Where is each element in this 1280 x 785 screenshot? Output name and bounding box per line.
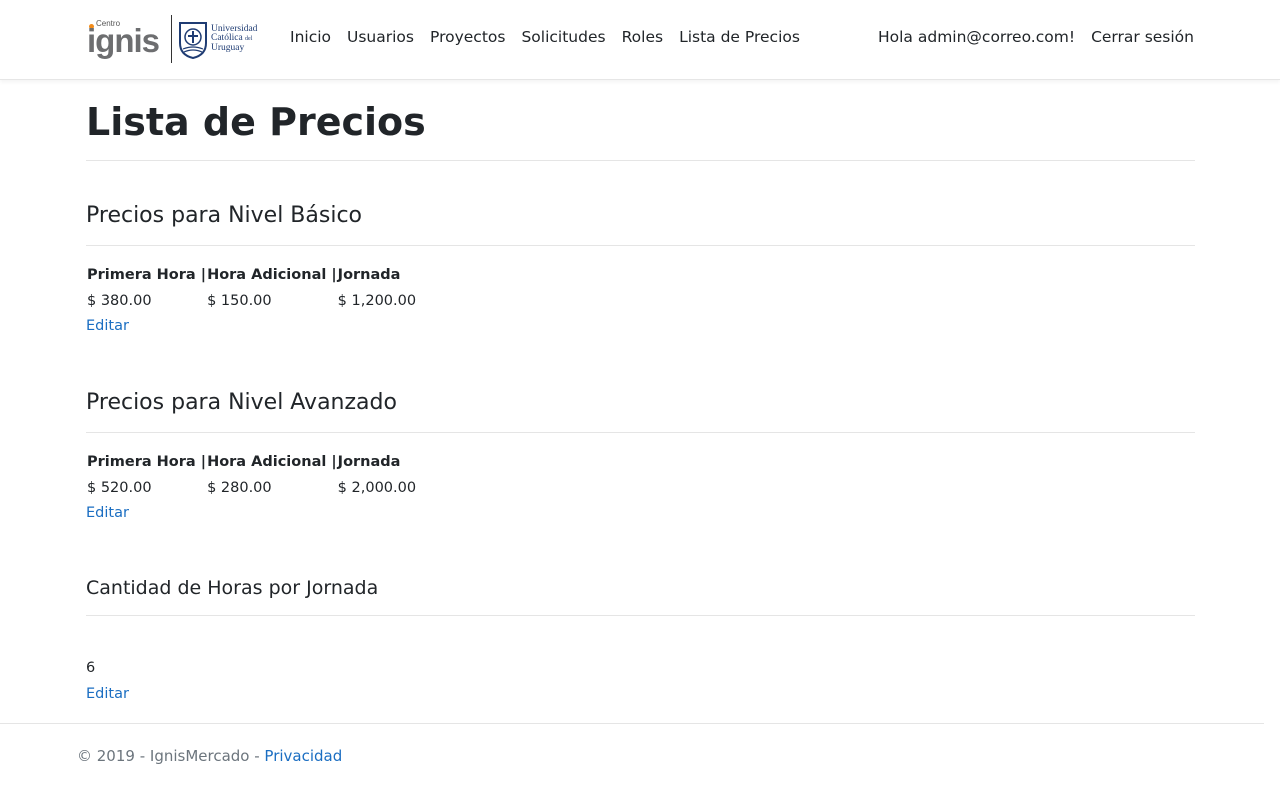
advanced-prices-heading: Precios para Nivel Avanzado	[86, 390, 397, 415]
advanced-divider	[86, 432, 1195, 433]
header-jornada: Jornada	[337, 267, 401, 283]
edit-advanced-link[interactable]: Editar	[86, 505, 129, 521]
header-jornada: Jornada	[337, 454, 401, 470]
ignis-logo: Centro ignis	[86, 16, 166, 62]
navbar: Centro ignis Universidad Católica del Ur…	[0, 0, 1280, 80]
title-divider	[86, 160, 1195, 161]
ucu-logo: Universidad Católica del Uruguay	[178, 19, 263, 59]
nav-item-roles[interactable]: Roles	[614, 28, 671, 46]
header-hora-adicional: Hora Adicional |	[207, 454, 337, 470]
advanced-hora-adicional-value: $ 280.00	[207, 480, 272, 496]
hours-divider	[86, 615, 1195, 616]
table-header-row: Primera Hora | Hora Adicional | Jornada	[86, 262, 437, 288]
table-row: $ 380.00 $ 150.00 $ 1,200.00	[86, 288, 437, 314]
footer: © 2019 - IgnisMercado - Privacidad	[0, 723, 1264, 785]
logo-ignis-text: ignis	[87, 22, 160, 59]
nav-item-proyectos[interactable]: Proyectos	[422, 28, 513, 46]
brand-divider	[171, 15, 172, 63]
header-primera-hora: Primera Hora |	[87, 454, 207, 470]
ucu-seal-icon	[179, 22, 207, 59]
edit-basic-link[interactable]: Editar	[86, 318, 129, 334]
basic-prices-table: Primera Hora | Hora Adicional | Jornada …	[86, 262, 437, 314]
advanced-primera-hora-value: $ 520.00	[87, 480, 152, 496]
basic-hora-adicional-value: $ 150.00	[207, 293, 272, 309]
user-nav: Hola admin@correo.com! Cerrar sesión	[862, 28, 1194, 46]
header-hora-adicional: Hora Adicional |	[207, 267, 337, 283]
ucu-text: Universidad Católica del Uruguay	[211, 24, 263, 53]
edit-hours-link[interactable]: Editar	[86, 686, 129, 702]
user-greeting-link[interactable]: Hola admin@correo.com!	[862, 28, 1075, 46]
logout-button[interactable]: Cerrar sesión	[1075, 28, 1194, 46]
hours-per-day-value: 6	[86, 660, 96, 676]
basic-primera-hora-value: $ 380.00	[87, 293, 152, 309]
table-row: $ 520.00 $ 280.00 $ 2,000.00	[86, 475, 437, 501]
nav-item-solicitudes[interactable]: Solicitudes	[513, 28, 613, 46]
brand-logo-link[interactable]: Centro ignis Universidad Católica del Ur…	[86, 14, 263, 64]
advanced-prices-table: Primera Hora | Hora Adicional | Jornada …	[86, 449, 437, 501]
copyright-text: © 2019 - IgnisMercado -	[77, 747, 265, 765]
privacy-link[interactable]: Privacidad	[264, 747, 342, 765]
basic-divider	[86, 245, 1195, 246]
nav-item-inicio[interactable]: Inicio	[282, 28, 339, 46]
basic-prices-heading: Precios para Nivel Básico	[86, 203, 362, 228]
ucu-line3: Uruguay	[211, 43, 245, 53]
nav-item-usuarios[interactable]: Usuarios	[339, 28, 422, 46]
ucu-line2-text: Católica	[211, 33, 243, 43]
basic-jornada-value: $ 1,200.00	[337, 293, 417, 309]
header-primera-hora: Primera Hora |	[87, 267, 207, 283]
table-header-row: Primera Hora | Hora Adicional | Jornada	[86, 449, 437, 475]
advanced-jornada-value: $ 2,000.00	[337, 480, 417, 496]
nav-item-lista-precios[interactable]: Lista de Precios	[671, 28, 808, 46]
footer-text: © 2019 - IgnisMercado - Privacidad	[77, 747, 342, 765]
hours-per-day-heading: Cantidad de Horas por Jornada	[86, 577, 379, 599]
ucu-line2-small: del	[245, 36, 253, 42]
main-nav: Inicio Usuarios Proyectos Solicitudes Ro…	[282, 28, 808, 46]
page-title: Lista de Precios	[86, 100, 426, 144]
